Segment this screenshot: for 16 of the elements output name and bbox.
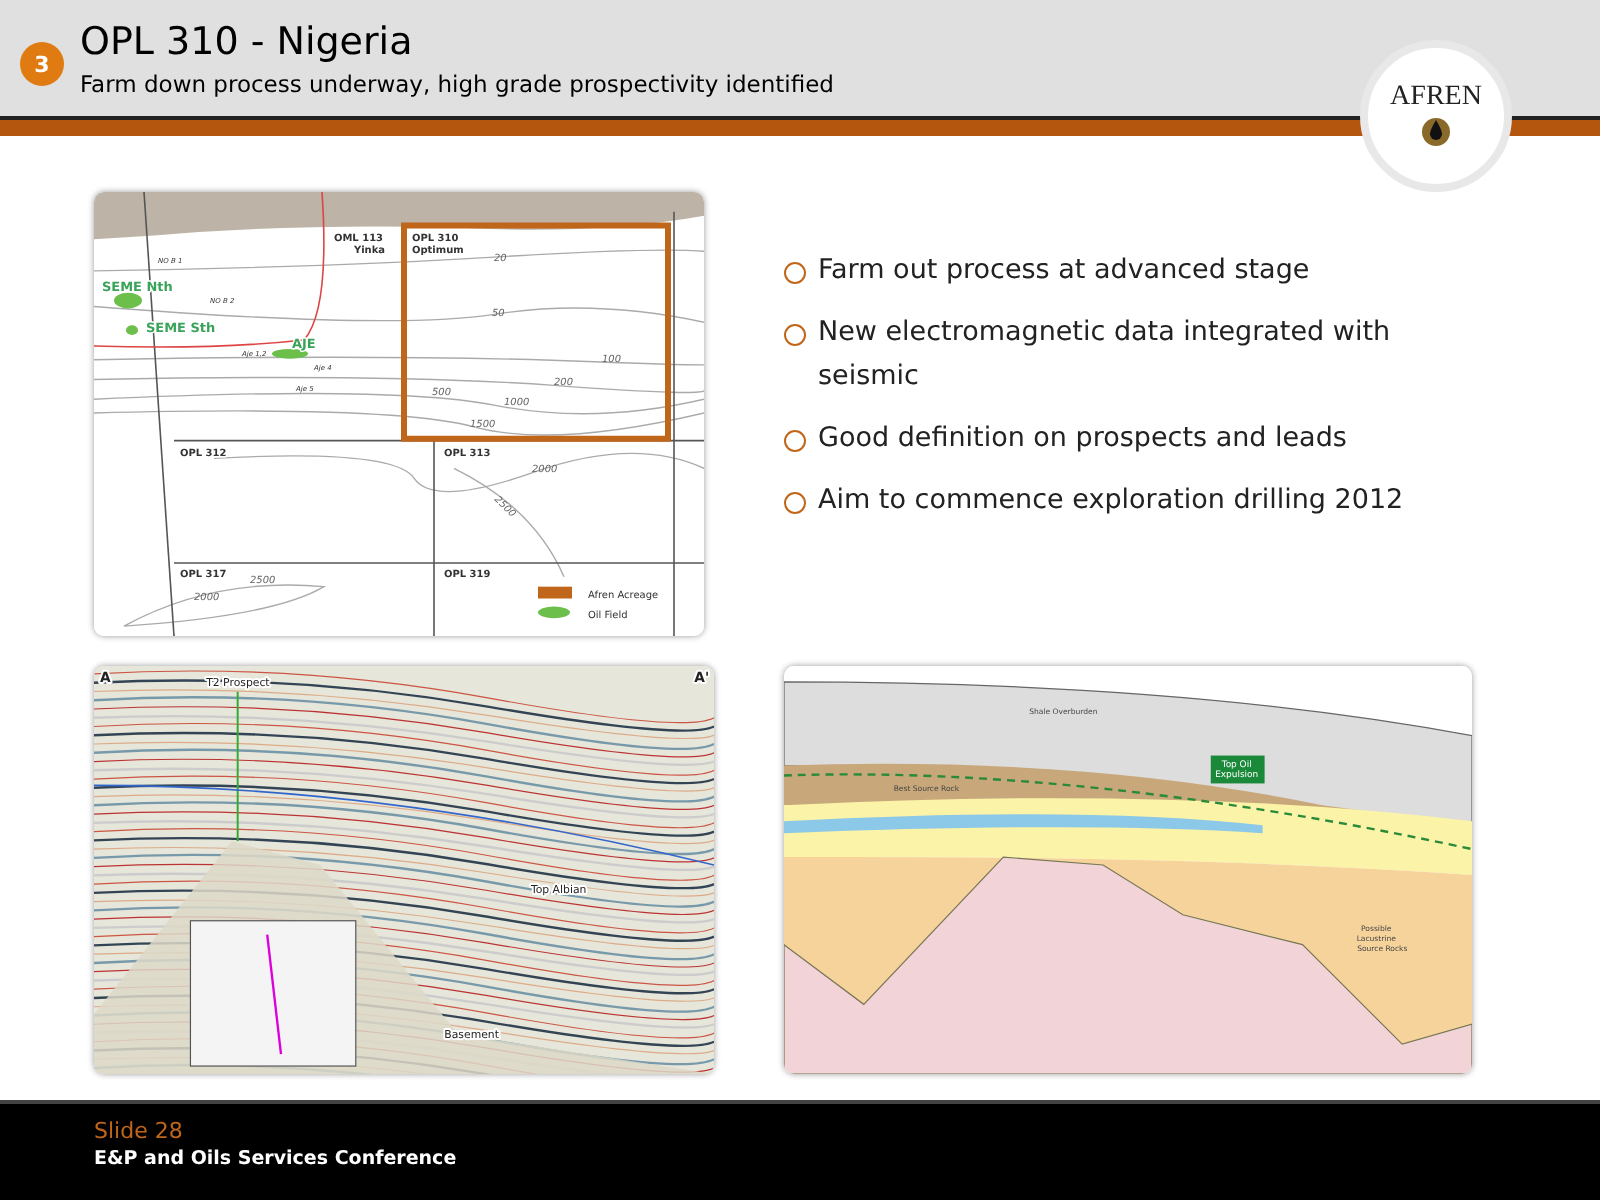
oil-drop-icon — [1422, 114, 1450, 146]
bullet-text: Farm out process at advanced stage — [818, 252, 1310, 290]
oil-field-swatch — [538, 606, 570, 619]
slide-title: OPL 310 - Nigeria — [80, 18, 415, 68]
logo-text: AFREN — [1390, 82, 1482, 114]
slide-label: Slide 28 — [94, 1116, 185, 1146]
bullet-icon — [784, 492, 806, 514]
bullet-text: Aim to commence exploration drilling 2012 — [818, 482, 1404, 520]
bullet-icon — [784, 430, 806, 452]
slide-subtitle: Farm down process underway, high grade prospectivity identified — [80, 68, 834, 100]
event-name: E&P and Oils Services Conference — [94, 1146, 459, 1174]
bullet-icon — [784, 262, 806, 284]
bullet-icon — [784, 324, 806, 346]
bullet-text: Good definition on prospects and leads — [818, 420, 1347, 458]
bullet-text: New electromagnetic data integrated with seismic — [818, 314, 1393, 396]
slide-number-badge: 3 — [20, 42, 64, 86]
